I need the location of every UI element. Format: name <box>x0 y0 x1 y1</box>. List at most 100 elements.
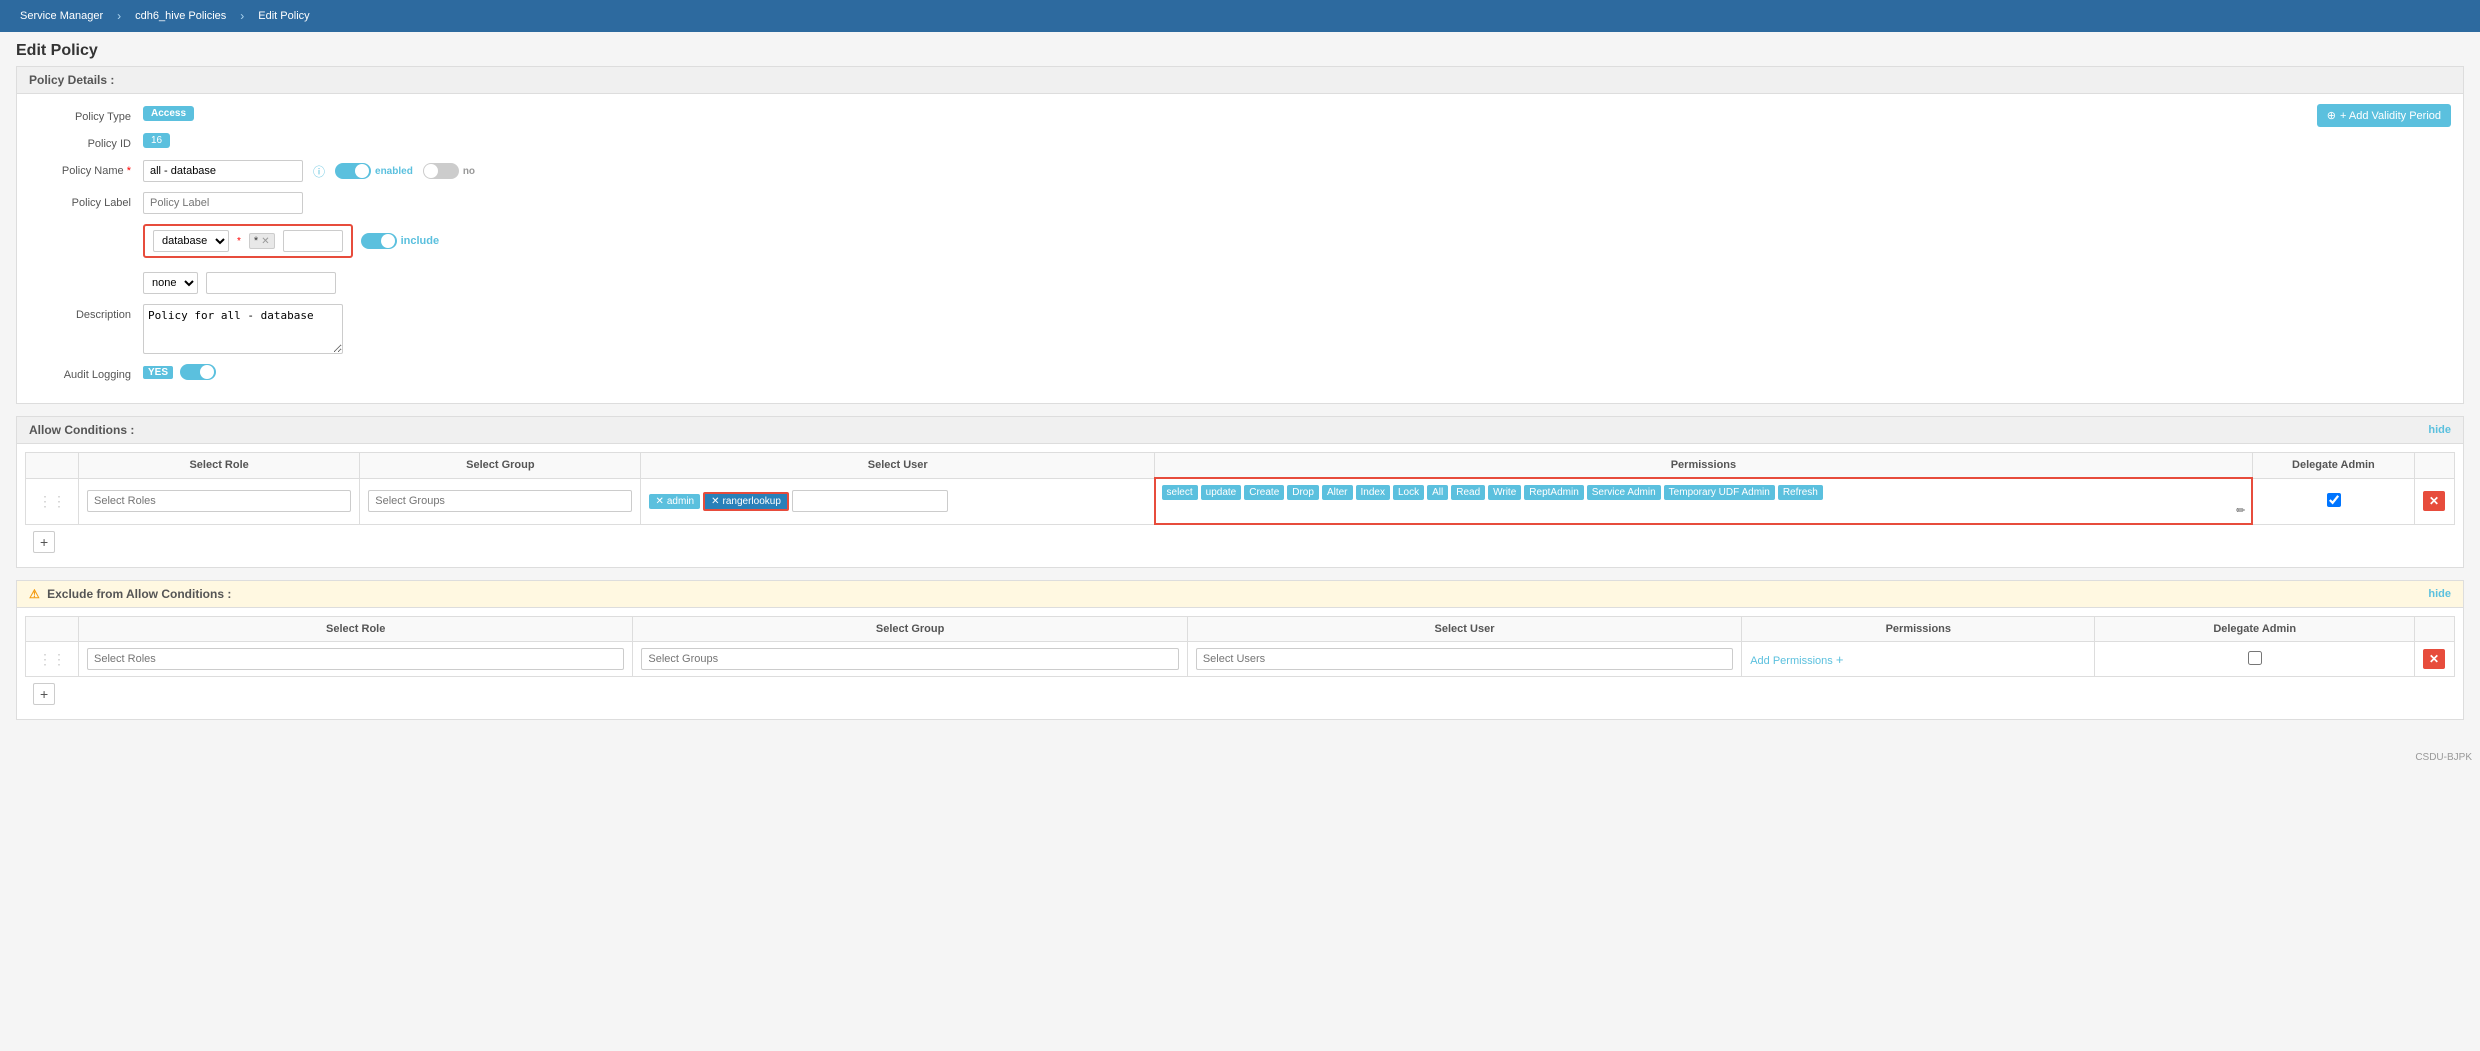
policy-id-badge: 16 <box>143 133 170 148</box>
excl-select-group-header: Select Group <box>633 617 1187 642</box>
excl-user-input[interactable] <box>1196 648 1733 670</box>
perm-index[interactable]: Index <box>1356 485 1390 500</box>
breadcrumb-edit-policy[interactable]: Edit Policy <box>250 6 321 26</box>
allow-conditions-hide[interactable]: hide <box>2428 424 2451 436</box>
allow-add-row-button[interactable]: + <box>33 531 55 553</box>
allow-group-input[interactable] <box>368 490 632 512</box>
perm-update[interactable]: update <box>1201 485 1242 500</box>
allow-delete-cell: ✕ <box>2415 478 2455 524</box>
policy-type-badge: Access <box>143 106 194 121</box>
excl-add-row-button[interactable]: + <box>33 683 55 705</box>
database-tag-input[interactable] <box>283 230 343 252</box>
allow-user-input[interactable] <box>792 490 948 512</box>
excl-select-user-header: Select User <box>1187 617 1741 642</box>
perm-drop[interactable]: Drop <box>1287 485 1319 500</box>
excl-delegate-checkbox[interactable] <box>2248 651 2262 665</box>
breadcrumb-hive-policies[interactable]: cdh6_hive Policies <box>127 6 238 26</box>
user-tag-admin[interactable]: ✕ admin <box>649 494 700 509</box>
excl-action-col-header <box>2415 617 2455 642</box>
breadcrumb-service-manager[interactable]: Service Manager <box>12 6 115 26</box>
none-row: none <box>33 268 2447 294</box>
policy-name-input[interactable] <box>143 160 303 182</box>
audit-logging-label: Audit Logging <box>33 364 143 381</box>
policy-id-row: Policy ID 16 <box>33 133 2447 150</box>
policy-label-input[interactable] <box>143 192 303 214</box>
permissions-tags: select update Create Drop Alter Index Lo… <box>1162 485 2246 500</box>
none-spacer <box>33 268 143 273</box>
policy-type-label: Policy Type <box>33 106 143 123</box>
none-select[interactable]: none <box>143 272 198 294</box>
enabled-toggle[interactable]: enabled <box>335 163 413 179</box>
exclude-conditions-hide[interactable]: hide <box>2428 588 2451 600</box>
database-input-group: database * * ✕ <box>143 224 353 258</box>
include-toggle[interactable]: include <box>361 233 440 249</box>
allow-user-cell: ✕ admin ✕ rangerlookup <box>641 478 1155 524</box>
select-user-header: Select User <box>641 453 1155 479</box>
excl-group-input[interactable] <box>641 648 1178 670</box>
perm-refresh[interactable]: Refresh <box>1778 485 1823 500</box>
drag-handle-cell: ⋮⋮ <box>26 478 79 524</box>
allow-delete-button[interactable]: ✕ <box>2423 491 2445 511</box>
perm-write[interactable]: Write <box>1488 485 1521 500</box>
excl-delegate-admin-header: Delegate Admin <box>2095 617 2415 642</box>
perm-lock[interactable]: Lock <box>1393 485 1424 500</box>
excl-delete-cell: ✕ <box>2415 642 2455 677</box>
breadcrumb-arrow-1: › <box>117 9 121 23</box>
excl-select-role-header: Select Role <box>79 617 633 642</box>
add-permissions-link[interactable]: Add Permissions + <box>1750 655 1843 667</box>
excl-role-cell <box>79 642 633 677</box>
audit-yes-label: YES <box>143 366 173 379</box>
perm-read[interactable]: Read <box>1451 485 1485 500</box>
excl-delete-button[interactable]: ✕ <box>2423 649 2445 669</box>
select-group-header: Select Group <box>360 453 641 479</box>
excl-role-input[interactable] <box>87 648 624 670</box>
none-input[interactable] <box>206 272 336 294</box>
perm-select[interactable]: select <box>1162 485 1198 500</box>
delegate-admin-header: Delegate Admin <box>2252 453 2414 479</box>
perm-service-admin[interactable]: Service Admin <box>1587 485 1661 500</box>
exclude-conditions-title: ⚠ Exclude from Allow Conditions : <box>29 587 231 601</box>
exclude-conditions-header: ⚠ Exclude from Allow Conditions : hide <box>17 581 2463 608</box>
allow-user-tags: ✕ admin ✕ rangerlookup <box>649 490 1145 512</box>
page-title: Edit Policy <box>0 32 2480 66</box>
allow-role-input[interactable] <box>87 490 351 512</box>
excl-drag-handle-icon[interactable]: ⋮⋮ <box>34 651 70 667</box>
audit-logging-toggle[interactable]: YES <box>143 364 216 380</box>
perm-alter[interactable]: Alter <box>1322 485 1353 500</box>
database-tag: * ✕ <box>249 233 275 249</box>
policy-name-label: Policy Name * <box>33 160 143 177</box>
database-tag-remove[interactable]: ✕ <box>261 236 269 247</box>
excl-permissions-cell: Add Permissions + <box>1742 642 2095 677</box>
allow-delegate-cell <box>2252 478 2414 524</box>
excl-delegate-cell <box>2095 642 2415 677</box>
no-toggle[interactable]: no <box>423 163 475 179</box>
description-row: Description Policy for all - database <box>33 304 2447 354</box>
allow-conditions-title: Allow Conditions : <box>29 423 134 437</box>
database-row: database * * ✕ include <box>33 224 2447 258</box>
excl-permissions-header: Permissions <box>1742 617 2095 642</box>
permissions-edit-icon[interactable]: ✏ <box>1162 504 2246 517</box>
policy-name-row: Policy Name * ⓘ enabled <box>33 160 2447 182</box>
action-col-header <box>2415 453 2455 479</box>
excl-group-cell <box>633 642 1187 677</box>
exclude-conditions-table: Select Role Select Group Select User Per… <box>25 616 2455 677</box>
perm-reptadmin[interactable]: ReptAdmin <box>1524 485 1583 500</box>
user-tag-rangerlookup[interactable]: ✕ rangerlookup <box>703 492 789 511</box>
database-label <box>33 224 143 229</box>
database-type-select[interactable]: database <box>153 230 229 252</box>
perm-all[interactable]: All <box>1427 485 1448 500</box>
perm-create[interactable]: Create <box>1244 485 1284 500</box>
policy-id-label: Policy ID <box>33 133 143 150</box>
excl-drag-handle-cell: ⋮⋮ <box>26 642 79 677</box>
audit-logging-row: Audit Logging YES <box>33 364 2447 381</box>
allow-delegate-checkbox[interactable] <box>2327 493 2341 507</box>
allow-conditions-table: Select Role Select Group Select User Per… <box>25 452 2455 525</box>
allow-group-cell <box>360 478 641 524</box>
policy-label-label: Policy Label <box>33 192 143 209</box>
exclude-condition-row-1: ⋮⋮ Add Permissions <box>26 642 2455 677</box>
perm-temp-udf[interactable]: Temporary UDF Admin <box>1664 485 1775 500</box>
warning-icon: ⚠ <box>29 587 40 601</box>
description-textarea[interactable]: Policy for all - database <box>143 304 343 354</box>
add-validity-button[interactable]: ⊕ + Add Validity Period <box>2317 104 2451 127</box>
drag-handle-icon[interactable]: ⋮⋮ <box>34 493 70 509</box>
